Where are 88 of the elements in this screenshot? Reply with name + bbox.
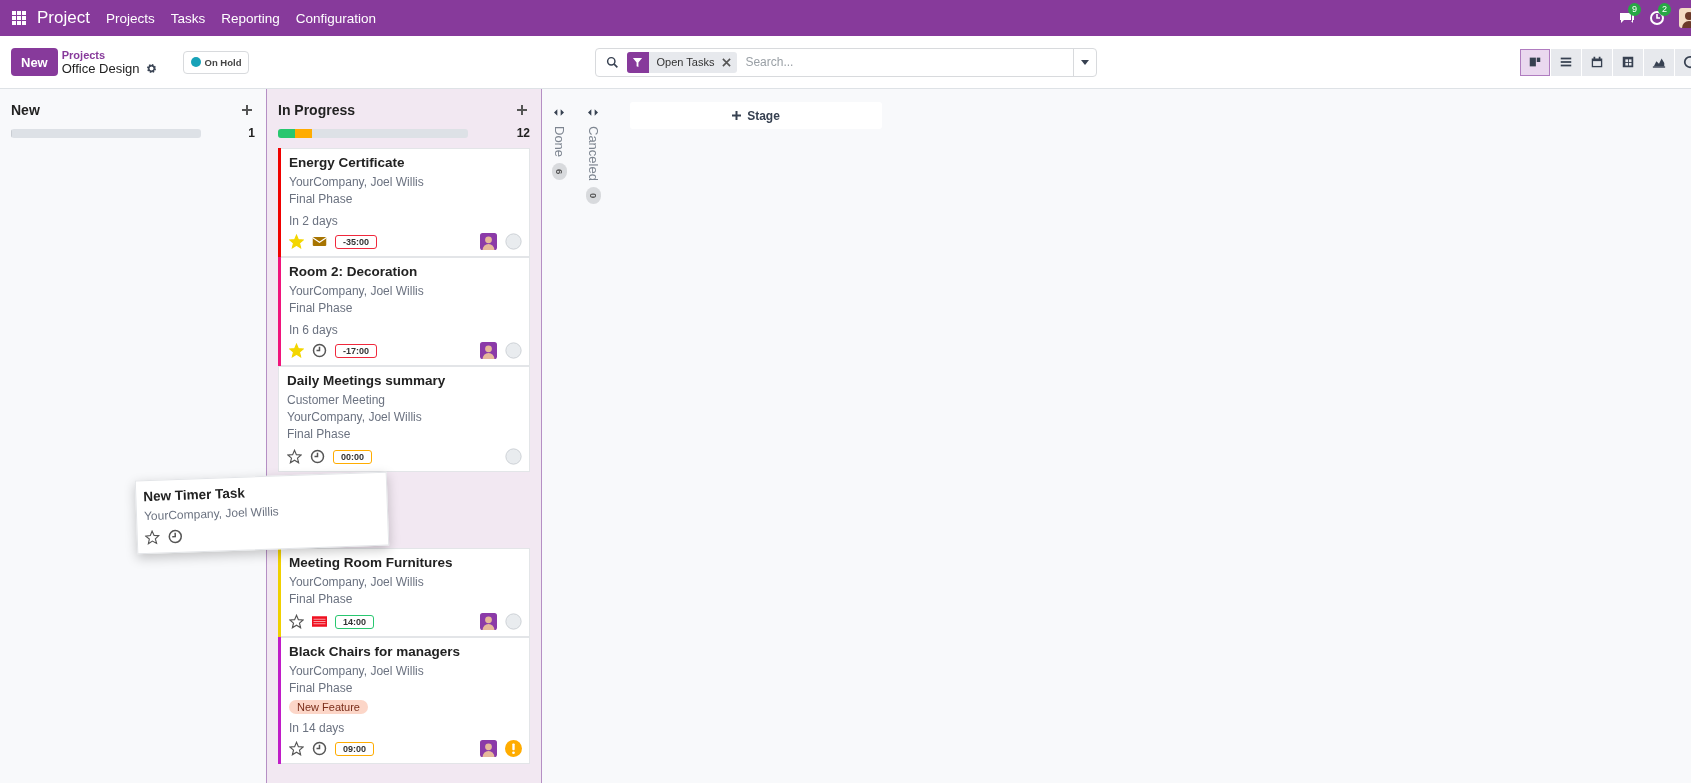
- task-title: Daily Meetings summary: [287, 373, 447, 388]
- add-stage-button[interactable]: Stage: [630, 102, 882, 129]
- task-detail: Final Phase: [287, 426, 352, 443]
- menu-item[interactable]: Configuration: [295, 10, 377, 26]
- filled-star-icon[interactable]: [289, 234, 304, 249]
- list-icon[interactable]: [312, 614, 327, 629]
- task-detail: Final Phase: [289, 591, 354, 608]
- star-outline-icon[interactable]: [287, 449, 302, 464]
- task-title: Room 2: Decoration: [289, 264, 419, 279]
- menu-item[interactable]: Projects: [105, 10, 155, 26]
- search-field[interactable]: Open Tasks Search...: [594, 47, 1097, 77]
- menu-item[interactable]: Reporting: [221, 10, 280, 26]
- breadcrumb-link[interactable]: Projects: [61, 48, 157, 61]
- status-button[interactable]: On Hold: [182, 50, 250, 74]
- calendar-icon: [1590, 55, 1604, 69]
- close-icon[interactable]: [722, 57, 732, 67]
- caret-icon[interactable]: [1080, 59, 1089, 65]
- pivot-view-button[interactable]: [1613, 48, 1643, 76]
- filled-star-icon[interactable]: [289, 343, 304, 358]
- task-detail: Final Phase: [289, 191, 354, 208]
- timer-badge: -17:00: [335, 343, 377, 358]
- task-detail: Final Phase: [289, 680, 354, 697]
- add-icon[interactable]: [517, 105, 527, 115]
- grid-icon: [1621, 55, 1635, 69]
- column-count: 6: [551, 163, 567, 181]
- chat-icon[interactable]: [1619, 10, 1635, 26]
- clock-icon[interactable]: [312, 343, 327, 358]
- task-title: New Timer Task: [143, 484, 247, 505]
- clock-icon[interactable]: [167, 528, 184, 545]
- graph-view-button[interactable]: [1644, 48, 1674, 76]
- timer-badge: -35:00: [335, 234, 377, 249]
- columns-icon: [1528, 55, 1542, 69]
- task-detail: YourCompany, Joel Willis: [289, 174, 425, 191]
- add-icon[interactable]: [242, 105, 252, 115]
- deadline-text: In 14 days: [289, 721, 346, 735]
- list-icon: [1559, 55, 1573, 69]
- notification-count: 2: [1658, 3, 1671, 16]
- timer-badge: 09:00: [335, 741, 375, 756]
- task-card[interactable]: Meeting Room Furnitures YourCompany, Joel Willis Final Phase 14:00: [278, 548, 530, 637]
- new-button[interactable]: New: [11, 48, 58, 76]
- apps-grid-icon[interactable]: [12, 10, 27, 26]
- column-title: In Progress: [278, 102, 356, 118]
- task-detail: YourCompany, Joel Willis: [289, 574, 425, 591]
- timer-badge: 14:00: [335, 614, 375, 629]
- task-detail: YourCompany, Joel Willis: [143, 503, 280, 526]
- plus-icon: [732, 111, 742, 120]
- task-detail: YourCompany, Joel Willis: [289, 663, 425, 680]
- clock-icon[interactable]: [312, 741, 327, 756]
- tag: New Feature: [289, 700, 368, 714]
- deadline-text: In 2 days: [289, 214, 339, 228]
- task-title: Black Chairs for managers: [289, 644, 462, 659]
- list-view-button[interactable]: [1551, 48, 1581, 76]
- task-card[interactable]: Daily Meetings summary Customer Meeting YourCompany, Joel Willis Final Phase 00:00: [278, 366, 530, 472]
- task-detail: Customer Meeting: [287, 392, 387, 409]
- task-title: Meeting Room Furnitures: [289, 555, 454, 570]
- expand-icon[interactable]: [588, 109, 598, 116]
- project-title: Office Design: [61, 60, 140, 76]
- app-name[interactable]: Project: [37, 8, 90, 28]
- filter-icon: [632, 56, 643, 68]
- column-count: 0: [585, 186, 601, 205]
- settings-icon[interactable]: [145, 62, 157, 74]
- expand-icon[interactable]: [554, 109, 564, 116]
- timer-badge: 00:00: [333, 449, 373, 464]
- clock-icon[interactable]: [310, 449, 325, 464]
- column-title[interactable]: Canceled: [585, 126, 601, 181]
- star-outline-icon[interactable]: [144, 529, 161, 546]
- column-title[interactable]: Done: [551, 126, 567, 158]
- facet-label: Open Tasks: [656, 56, 715, 68]
- column-title: New: [11, 102, 40, 118]
- task-detail: YourCompany, Joel Willis: [287, 409, 423, 426]
- menu-item[interactable]: Tasks: [170, 10, 206, 26]
- notification-count: 9: [1628, 3, 1641, 16]
- star-outline-icon[interactable]: [289, 614, 304, 629]
- column-count: 12: [516, 126, 530, 140]
- task-title: Energy Certificate: [289, 155, 406, 170]
- deadline-text: In 6 days: [289, 323, 339, 337]
- column-count: 1: [248, 126, 255, 140]
- task-card[interactable]: Black Chairs for managers YourCompany, Joel Willis Final Phase New Feature In 14 days 09:00: [278, 637, 530, 764]
- task-detail: Final Phase: [289, 300, 354, 317]
- kanban-view-button[interactable]: [1520, 48, 1550, 76]
- task-card[interactable]: Room 2: Decoration YourCompany, Joel Willis Final Phase In 6 days -17:00: [278, 257, 530, 366]
- task-card[interactable]: Energy Certificate YourCompany, Joel Willis Final Phase In 2 days -35:00: [278, 148, 530, 257]
- task-detail: YourCompany, Joel Willis: [289, 283, 425, 300]
- calendar-view-button[interactable]: [1582, 48, 1612, 76]
- envelope-icon[interactable]: [312, 234, 327, 249]
- star-outline-icon[interactable]: [289, 741, 304, 756]
- search-icon: [605, 55, 619, 69]
- dragged-task-card[interactable]: New Timer Task YourCompany, Joel Willis: [134, 471, 390, 555]
